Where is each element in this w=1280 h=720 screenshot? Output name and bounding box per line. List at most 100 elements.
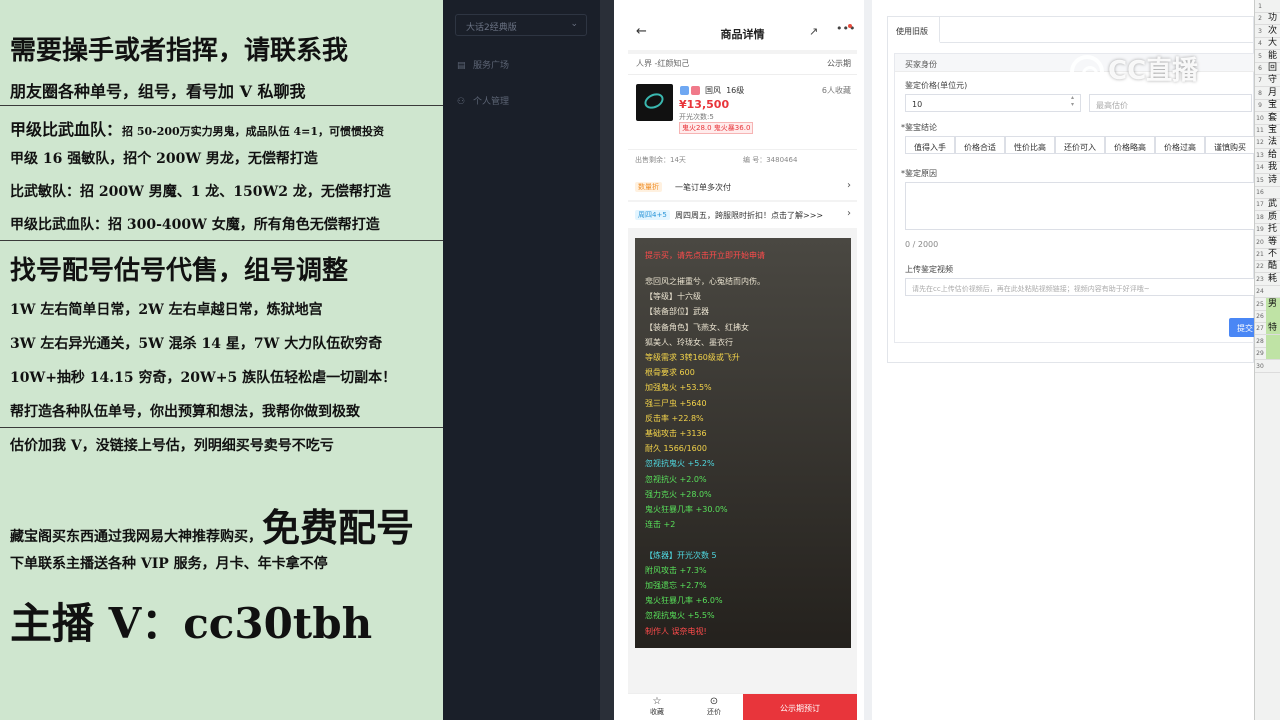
option-button[interactable]: 性价比高 xyxy=(1005,136,1055,154)
fav-button[interactable]: ☆ 收藏 xyxy=(642,696,672,717)
window-gap xyxy=(600,0,614,720)
version-select[interactable]: 大话2经典版 ⌄ xyxy=(455,14,587,36)
row-number: 17 xyxy=(1256,201,1264,209)
phone-preview: ← 商品详情 ↗ ••• 人界 -红颜知己 公示期 国风 16级 6人收藏 ¥1… xyxy=(628,16,857,720)
desc-line: 加强遗忘 +2.7% xyxy=(645,581,707,590)
sheet-cell[interactable]: 托 xyxy=(1266,223,1280,235)
sheet-cell[interactable]: 月 xyxy=(1266,87,1280,99)
bargain-button[interactable]: ⊙ 还价 xyxy=(699,696,729,717)
sheet-row: 29 xyxy=(1255,347,1280,361)
sheet-row: 20 等 xyxy=(1255,236,1280,249)
user-icon: ⚇ xyxy=(457,97,466,107)
sheet-row: 2功 xyxy=(1255,12,1280,26)
row-number: 27 xyxy=(1256,325,1264,333)
installment-row[interactable]: 数量折 一笔订单多次付 › xyxy=(628,174,857,200)
promo-line: 甲级比武血队：招 50-200万实力男鬼，成品队伍 4=1，可惯惯投资 xyxy=(10,120,385,139)
sheet-cell[interactable]: 法 xyxy=(1266,136,1280,148)
sheet-cell[interactable]: 次 xyxy=(1266,25,1280,37)
option-button[interactable]: 价格合适 xyxy=(955,136,1005,154)
kaiguang-count: 开光次数:5 xyxy=(679,113,714,121)
sheet-cell[interactable] xyxy=(1266,186,1280,198)
sheet-cell[interactable]: 回 xyxy=(1266,62,1280,74)
price-input[interactable]: 10 xyxy=(905,94,1081,112)
max-price-input[interactable]: 最高估价 xyxy=(1089,94,1252,112)
desc-line: 【装备部位】武器 xyxy=(645,307,709,317)
sheet-cell[interactable] xyxy=(1266,347,1280,360)
desc-line: 鬼火狂暴几率 +6.0% xyxy=(645,596,723,606)
desc-line: 等级需求 3转160级或飞升 xyxy=(645,353,740,362)
promo-contact: 主播 V：cc30tbh xyxy=(10,599,373,648)
chevron-right-icon: › xyxy=(847,180,851,191)
share-icon[interactable]: ↗ xyxy=(809,25,818,38)
page-title: 商品详情 xyxy=(720,28,765,41)
sidebar-item-service[interactable]: ▤ 服务广场 xyxy=(457,58,509,71)
promo-line: 找号配号估号代售，组号调整 xyxy=(10,256,349,286)
promo-line: 帮打造各种队伍单号，你出预算和想法，我帮你做到极致 xyxy=(10,404,360,420)
desc-line: 悲回风之摧重兮，心冤结而内伤。 xyxy=(645,277,765,286)
row-number: 7 xyxy=(1258,77,1262,85)
sheet-cell[interactable]: 特 xyxy=(1266,322,1280,335)
tab-old-version[interactable]: 使用旧版 xyxy=(888,17,940,43)
sheet-cell[interactable]: 酷 xyxy=(1266,260,1280,272)
breadcrumb: 人界 -红颜知己 xyxy=(636,59,690,68)
sheet-cell[interactable]: 诗 xyxy=(1266,174,1280,186)
sheet-cell[interactable]: 大 xyxy=(1266,37,1280,49)
sheet-cell[interactable]: 武 xyxy=(1266,198,1280,210)
option-button[interactable]: 值得入手 xyxy=(905,136,955,154)
desc-line: 耐久 1566/1600 xyxy=(645,444,707,454)
row-number: 10 xyxy=(1256,114,1264,122)
sheet-row: 14 我 xyxy=(1255,161,1280,175)
sidebar-item-profile[interactable]: ⚇ 个人管理 xyxy=(457,94,509,107)
option-button[interactable]: 价格过高 xyxy=(1155,136,1205,154)
reason-textarea[interactable] xyxy=(905,182,1256,230)
sheet-cell[interactable]: 守 xyxy=(1266,74,1280,86)
desc-line: 强力克火 +28.0% xyxy=(645,489,712,499)
video-link-input[interactable]: 请先在cc上传估价视频后，再在此处粘贴视频链接；视频内容有助于好评哦~ xyxy=(905,278,1256,296)
sheet-cell[interactable]: 宝 xyxy=(1266,124,1280,136)
promo-line: 需要操手或者指挥，请联系我 xyxy=(10,36,349,66)
scrollbar[interactable] xyxy=(864,0,872,720)
promo-row[interactable]: 周四4+5 周四周五，跨服限时折扣！点击了解>>> › xyxy=(628,202,857,228)
sheet-cell[interactable]: 男 xyxy=(1266,297,1280,310)
sheet-cell[interactable] xyxy=(1266,334,1280,347)
row-number: 16 xyxy=(1256,189,1264,196)
sheet-cell[interactable]: 宝 xyxy=(1266,99,1280,111)
option-button[interactable]: 还价可入 xyxy=(1055,136,1105,154)
reserve-button[interactable]: 公示期预订 xyxy=(743,694,857,720)
sheet-cell[interactable]: 质 xyxy=(1266,211,1280,223)
divider xyxy=(628,149,857,150)
row-number: 11 xyxy=(1256,127,1264,134)
sheet-cell[interactable] xyxy=(1266,310,1280,322)
sheet-cell[interactable]: 我 xyxy=(1266,161,1280,173)
row-number: 29 xyxy=(1256,350,1264,358)
row-number: 22 xyxy=(1256,263,1264,271)
sheet-row: 30 xyxy=(1255,360,1280,373)
sheet-cell[interactable]: 等 xyxy=(1266,236,1280,248)
sheet-cell[interactable] xyxy=(1266,285,1280,297)
option-button[interactable]: 谨慎购买 xyxy=(1205,136,1255,154)
option-button[interactable]: 价格略高 xyxy=(1105,136,1155,154)
sheet-row: 1 xyxy=(1255,0,1280,13)
sheet-cell[interactable] xyxy=(1266,360,1280,372)
tag-icon xyxy=(691,86,700,95)
remaining-time: 出售剩余：14天 xyxy=(635,156,686,164)
sheet-cell[interactable]: 耗 xyxy=(1266,273,1280,285)
doc-icon: ▤ xyxy=(457,61,466,71)
sheet-cell[interactable] xyxy=(1266,0,1280,12)
desc-line: 鬼火狂暴几率 +30.0% xyxy=(645,505,728,514)
more-icon[interactable]: ••• xyxy=(836,22,855,35)
stepper-icon[interactable]: ▴ ▾ xyxy=(1071,94,1074,108)
sheet-cell[interactable]: 不 xyxy=(1266,248,1280,260)
sheet-cell[interactable]: 能 xyxy=(1266,50,1280,62)
sheet-row: 4大 xyxy=(1255,37,1280,51)
sheet-cell[interactable]: 功 xyxy=(1266,12,1280,24)
sheet-cell[interactable]: 给 xyxy=(1266,149,1280,161)
sidebar: 大话2经典版 ⌄ ▤ 服务广场 ⚇ 个人管理 xyxy=(443,0,600,720)
sheet-cell[interactable]: 套 xyxy=(1266,112,1280,124)
sheet-row: 17 武 xyxy=(1255,198,1280,212)
promo-line: 3W 左右异光通关，5W 混杀 14 星，7W 大力队伍砍穷奇 xyxy=(10,336,383,352)
sheet-row: 12 法 xyxy=(1255,136,1280,150)
tag-icon xyxy=(680,86,689,95)
sheet-row: 3次 xyxy=(1255,25,1280,38)
desc-header: 提示买，请先点击开立即开始申请 xyxy=(645,251,765,260)
